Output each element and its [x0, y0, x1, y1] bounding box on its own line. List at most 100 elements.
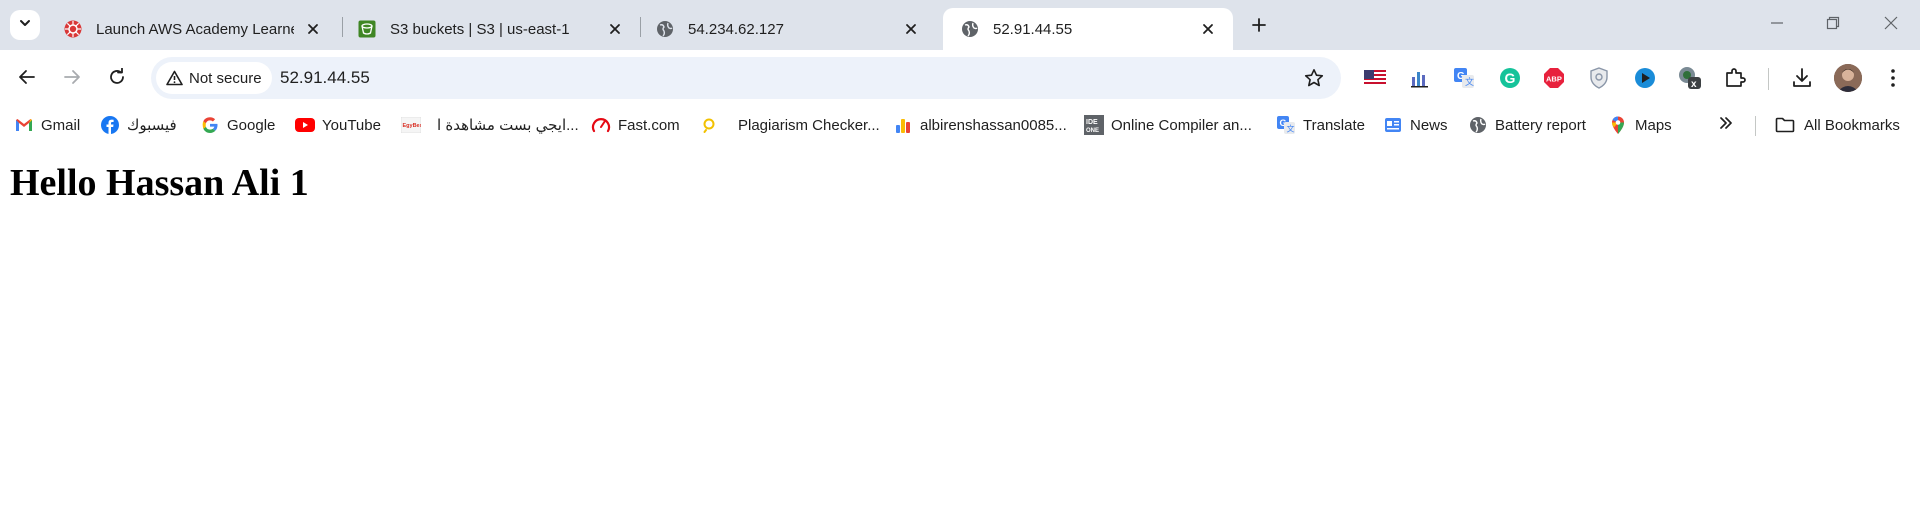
bookmark-facebook[interactable]: فيسبوك	[100, 113, 177, 137]
bookmark-label: Gmail	[41, 116, 81, 134]
analytics-icon	[893, 115, 913, 135]
close-icon[interactable]	[604, 18, 626, 40]
facebook-icon	[100, 115, 120, 135]
bookmark-star-icon[interactable]	[1303, 67, 1325, 89]
bookmark-google[interactable]: Google	[200, 113, 275, 137]
security-label: Not secure	[189, 69, 262, 87]
bookmark-label: Plagiarism Checker...	[738, 116, 880, 134]
bookmark-fast[interactable]: Fast.com	[591, 113, 680, 137]
shield-extension-icon[interactable]	[1586, 65, 1612, 91]
restore-icon	[1826, 16, 1840, 35]
media-extension-icon[interactable]	[1632, 65, 1658, 91]
bookmark-translate[interactable]: G文 Translate	[1276, 113, 1365, 137]
page-heading: Hello Hassan Ali 1	[10, 162, 309, 204]
bookmark-battery-report[interactable]: Battery report	[1468, 113, 1586, 137]
news-icon	[1383, 115, 1403, 135]
google-icon	[200, 115, 220, 135]
egybest-icon: EgyBest	[401, 115, 421, 135]
svg-text:G: G	[1505, 70, 1516, 86]
bookmark-news[interactable]: News	[1383, 113, 1448, 137]
bookmark-gmail[interactable]: Gmail	[14, 113, 80, 137]
profile-avatar[interactable]	[1834, 64, 1862, 92]
gmail-icon	[14, 115, 34, 135]
toolbar-divider	[1768, 68, 1769, 90]
new-tab-button[interactable]	[1245, 13, 1273, 41]
tab-title: 52.91.44.55	[993, 20, 1073, 38]
bookmark-maps[interactable]: Maps	[1608, 113, 1672, 137]
bookmark-egybest[interactable]: EgyBest ايجي بست مشاهدة ا...	[401, 113, 579, 137]
bookmarks-bar: Gmail فيسبوك Google YouTube EgyBest ايجي…	[0, 108, 1920, 142]
folder-icon	[1775, 115, 1795, 135]
s3-icon	[358, 20, 376, 38]
bookmark-label: YouTube	[322, 116, 381, 134]
bookmark-youtube[interactable]: YouTube	[295, 113, 381, 137]
plagiarism-icon	[700, 115, 720, 135]
restore-button[interactable]	[1818, 10, 1848, 40]
minimize-button[interactable]	[1762, 10, 1792, 40]
google-translate-extension-icon[interactable]: G文	[1451, 65, 1477, 91]
fast-icon	[591, 115, 611, 135]
tab-title: 54.234.62.127	[688, 20, 784, 38]
close-icon	[1884, 16, 1898, 35]
close-window-button[interactable]	[1876, 10, 1906, 40]
minimize-icon	[1770, 16, 1784, 35]
tab-strip: Launch AWS Academy Learner L S3 buckets …	[0, 0, 1920, 50]
bookmark-plagiarism[interactable]: Plagiarism Checker...	[700, 113, 880, 137]
bookmark-label: Translate	[1303, 116, 1365, 134]
download-icon[interactable]	[1789, 65, 1815, 91]
bookmark-label: Maps	[1635, 116, 1672, 134]
tab-aws-academy[interactable]: Launch AWS Academy Learner L	[46, 8, 338, 50]
url-text[interactable]: 52.91.44.55	[280, 68, 370, 88]
globe-icon	[961, 20, 979, 38]
svg-text:IDE: IDE	[1086, 119, 1098, 126]
address-bar[interactable]: Not secure 52.91.44.55	[151, 57, 1341, 99]
bookmark-label: ايجي بست مشاهدة ا...	[437, 117, 579, 134]
bookmark-label: Battery report	[1495, 116, 1586, 134]
ideone-icon: IDE ONE	[1084, 115, 1104, 135]
svg-text:EgyBest: EgyBest	[403, 123, 422, 129]
more-bookmarks-button[interactable]	[1718, 113, 1734, 137]
plus-icon	[1251, 17, 1267, 38]
bookmark-label: News	[1410, 116, 1448, 134]
site-info-chip[interactable]: Not secure	[156, 62, 272, 94]
bar-chart-extension-icon[interactable]	[1407, 65, 1433, 91]
bookmark-label: Fast.com	[618, 116, 680, 134]
grammarly-extension-icon[interactable]: G	[1497, 65, 1523, 91]
bookmark-label: albirenshassan0085...	[920, 116, 1067, 134]
bookmark-online-compiler[interactable]: IDE ONE Online Compiler an...	[1084, 113, 1252, 137]
camera-x-extension-icon[interactable]: x	[1677, 65, 1703, 91]
close-icon[interactable]	[900, 18, 922, 40]
translate-icon: G文	[1276, 115, 1296, 135]
youtube-icon	[295, 115, 315, 135]
arrow-left-icon	[18, 68, 36, 91]
maps-icon	[1608, 115, 1628, 135]
close-icon[interactable]	[1197, 18, 1219, 40]
bookmark-analytics[interactable]: albirenshassan0085...	[893, 113, 1067, 137]
chevron-double-right-icon	[1718, 115, 1734, 135]
puzzle-extensions-icon[interactable]	[1722, 65, 1748, 91]
tab-ip-52-91-44-55[interactable]: 52.91.44.55	[943, 8, 1233, 50]
back-button[interactable]	[12, 64, 42, 94]
svg-text:ONE: ONE	[1086, 128, 1099, 134]
svg-text:x: x	[1691, 79, 1697, 90]
globe-icon	[656, 20, 674, 38]
aws-academy-icon	[64, 20, 82, 38]
chevron-down-icon	[18, 16, 32, 35]
more-menu-icon[interactable]	[1880, 65, 1906, 91]
close-icon[interactable]	[302, 18, 324, 40]
reload-button[interactable]	[102, 64, 132, 94]
tab-title: S3 buckets | S3 | us-east-1	[390, 20, 570, 38]
arrow-right-icon	[63, 68, 81, 91]
adblock-plus-extension-icon[interactable]: ABP	[1541, 65, 1567, 91]
us-flag-extension-icon[interactable]	[1362, 65, 1388, 91]
bookmark-label: Google	[227, 116, 276, 134]
forward-button[interactable]	[57, 64, 87, 94]
page-content: Hello Hassan Ali 1	[0, 142, 1920, 532]
tab-s3-buckets[interactable]: S3 buckets | S3 | us-east-1	[340, 8, 640, 50]
reload-icon	[108, 67, 126, 91]
all-bookmarks-button[interactable]: All Bookmarks	[1775, 113, 1900, 137]
warning-icon	[166, 70, 183, 86]
tab-search-button[interactable]	[10, 10, 40, 40]
tab-ip-54-234-62-127[interactable]: 54.234.62.127	[638, 8, 936, 50]
tab-title: Launch AWS Academy Learner L	[96, 20, 294, 38]
